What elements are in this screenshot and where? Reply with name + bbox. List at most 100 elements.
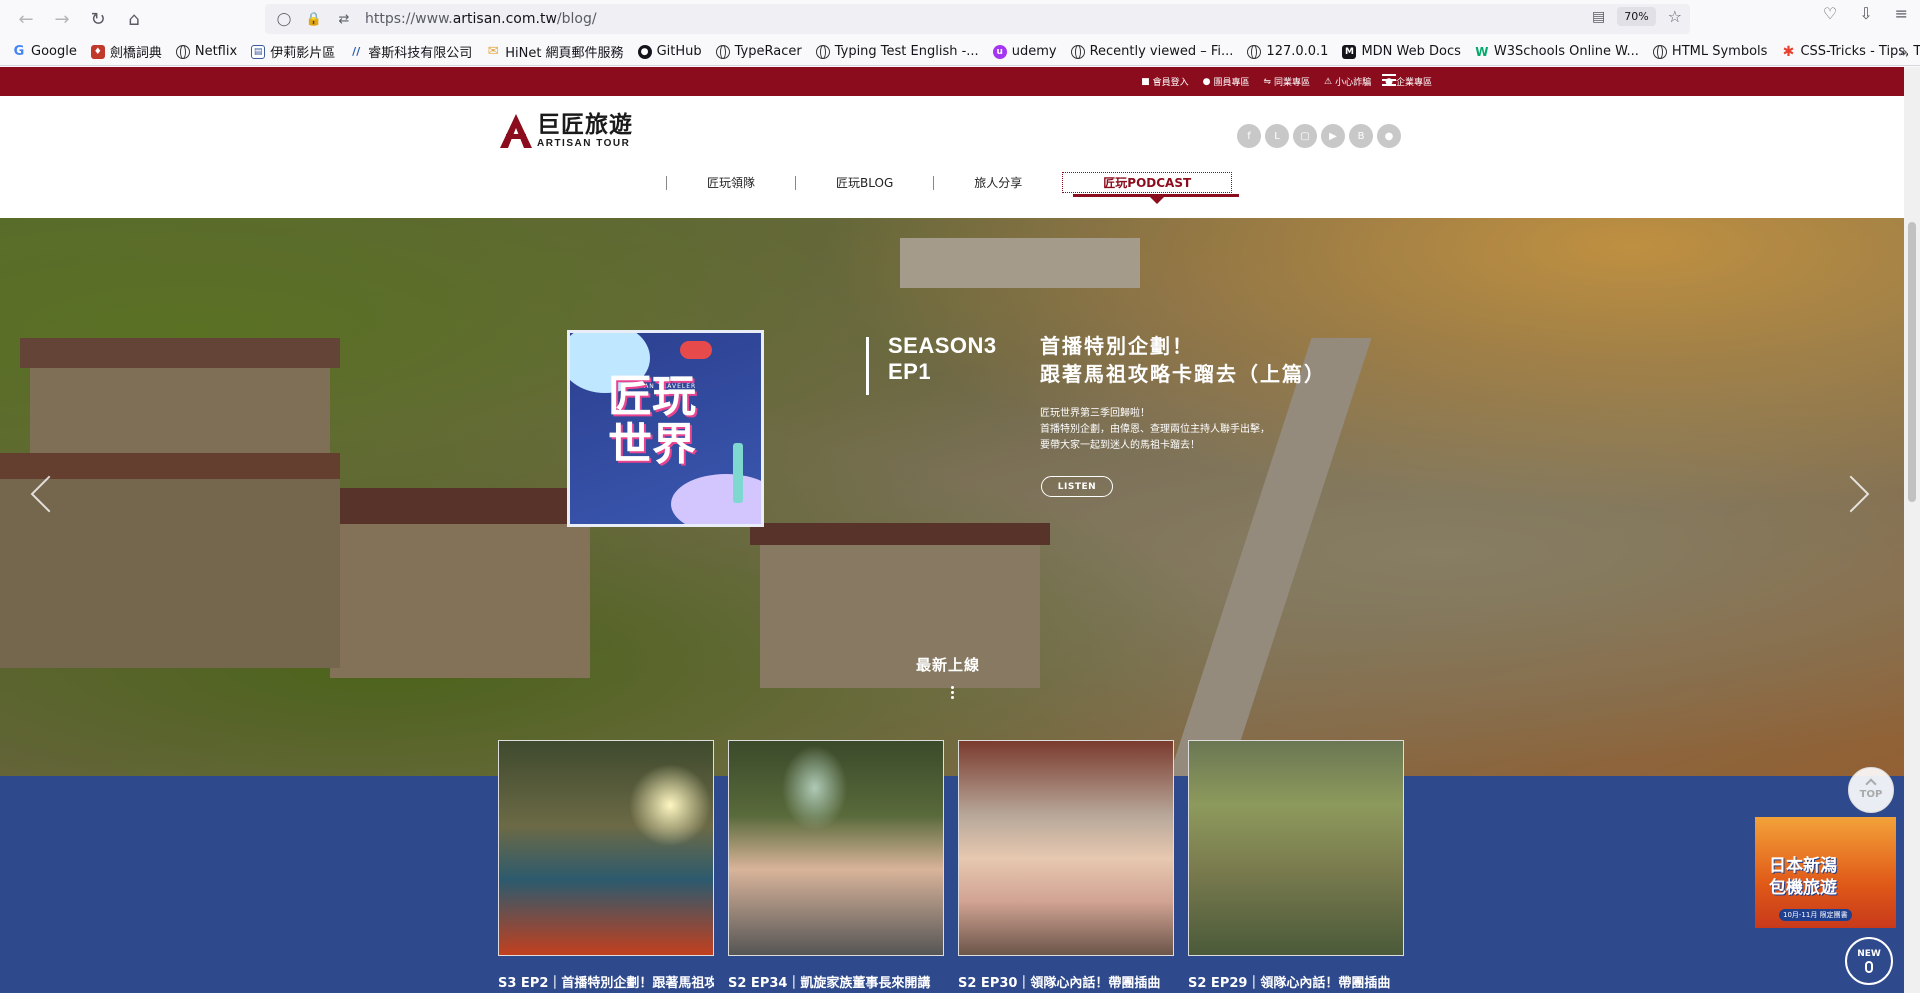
promo-line: 日本新潟: [1769, 856, 1837, 876]
podcast-cover-image[interactable]: ARTISAN TRAVELER 匠玩 世界: [567, 330, 764, 527]
episode-card-image[interactable]: [498, 740, 714, 956]
season-label: SEASON3 EP1: [888, 333, 997, 385]
bookmark-label: Google: [31, 44, 77, 59]
permissions-icon[interactable]: ⇄: [333, 8, 355, 30]
globe-icon: [815, 44, 830, 59]
url-bar[interactable]: ◯ 🔒 ⇄ https://www.artisan.com.tw/blog/ ▤…: [265, 4, 1690, 34]
episode-card[interactable]: S2 EP30｜領隊心內話！帶團插曲: [958, 740, 1174, 991]
google-icon: G: [13, 44, 25, 59]
carousel-prev-arrow[interactable]: [30, 473, 52, 513]
bookmark-company[interactable]: // 睿斯科技有限公司: [349, 42, 472, 61]
episode-title-line1: 首播特別企劃！: [1040, 334, 1194, 358]
site-logo[interactable]: 巨匠旅遊 ARTISAN TOUR: [498, 112, 633, 150]
scrollbar-thumb[interactable]: [1908, 222, 1916, 502]
globe-icon: [715, 44, 730, 59]
menu-icon[interactable]: ≡: [1895, 4, 1908, 23]
page-scrollbar[interactable]: [1904, 67, 1920, 993]
carousel-next-arrow[interactable]: [1844, 473, 1866, 513]
bookmark-github[interactable]: ● GitHub: [637, 44, 702, 59]
member-login-link[interactable]: ■ 會員登入: [1141, 75, 1189, 89]
bookmark-cambridge[interactable]: ♦ 劍橋詞典: [90, 42, 162, 61]
top-label: TOP: [1859, 789, 1883, 800]
zoom-level[interactable]: 70%: [1617, 7, 1656, 26]
episode-card[interactable]: S2 EP34｜凱旋家族董事長來開講: [728, 740, 944, 991]
github-icon: ●: [637, 44, 652, 59]
chevron-right-icon[interactable]: »: [1898, 42, 1908, 61]
bookmark-label: Recently viewed – Fi...: [1089, 44, 1234, 59]
bookmark-typing-test[interactable]: Typing Test English -...: [815, 44, 979, 59]
company-icon: //: [352, 45, 361, 58]
bookmark-hinet[interactable]: ✉ HiNet 網頁郵件服務: [486, 42, 624, 61]
bookmark-eyny[interactable]: ▤ 伊莉影片區: [251, 42, 335, 61]
shield-icon[interactable]: ◯: [273, 8, 295, 30]
home-button[interactable]: ⌂: [116, 4, 152, 34]
lock-icon[interactable]: 🔒: [303, 8, 325, 30]
pocket-icon[interactable]: ♡: [1823, 4, 1837, 23]
facebook-icon[interactable]: f: [1237, 124, 1261, 148]
bookmark-label: 127.0.0.1: [1266, 44, 1329, 59]
episode-card-title[interactable]: S2 EP34｜凱旋家族董事長來開講: [728, 972, 944, 991]
site-header: 巨匠旅遊 ARTISAN TOUR f L ▢ ▶ B ● 匠玩領隊 匠玩BLO…: [0, 96, 1920, 218]
episode-card[interactable]: S2 EP29｜領隊心內話！帶團插曲: [1188, 740, 1404, 991]
blog-icon[interactable]: B: [1349, 124, 1373, 148]
bookmark-label: 劍橋詞典: [109, 46, 162, 61]
bookmark-udemy[interactable]: u udemy: [992, 44, 1057, 59]
agency-area-link[interactable]: ⇋ 同業專區: [1263, 75, 1310, 89]
back-button[interactable]: ←: [8, 4, 44, 34]
downloads-icon[interactable]: ⇩: [1859, 4, 1872, 23]
cambridge-icon: ♦: [90, 44, 105, 59]
eyny-icon: ▤: [251, 44, 266, 59]
episode-card-image[interactable]: [728, 740, 944, 956]
new-podcast-button[interactable]: NEW: [1845, 937, 1893, 985]
nav-item-blog[interactable]: 匠玩BLOG: [796, 174, 933, 191]
scroll-dots-icon: [951, 686, 954, 699]
logo-chinese: 巨匠旅遊: [537, 111, 633, 138]
bookmark-star-icon[interactable]: ☆: [1668, 7, 1682, 26]
bookmark-netflix[interactable]: Netflix: [175, 44, 237, 59]
bookmark-recently-viewed[interactable]: Recently viewed – Fi...: [1070, 44, 1234, 59]
url-text[interactable]: https://www.artisan.com.tw/blog/: [365, 11, 597, 27]
episode-card-image[interactable]: [1188, 740, 1404, 956]
new-label: NEW: [1857, 949, 1881, 959]
bookmark-localhost[interactable]: 127.0.0.1: [1247, 44, 1328, 59]
podcast-icon[interactable]: ●: [1377, 124, 1401, 148]
nav-item-sharing[interactable]: 旅人分享: [934, 174, 1062, 191]
bookmark-google[interactable]: G Google: [12, 44, 77, 59]
bookmark-label: 伊莉影片區: [270, 46, 336, 61]
instagram-icon[interactable]: ▢: [1293, 124, 1317, 148]
back-to-top-button[interactable]: TOP: [1848, 767, 1894, 813]
fraud-warning-link[interactable]: ⚠ 小心詐騙: [1324, 75, 1372, 89]
listen-button[interactable]: LISTEN: [1041, 476, 1113, 497]
member-area-link[interactable]: ● 團員專區: [1203, 75, 1250, 89]
desc-line: 要帶大家一起到迷人的馬祖卡蹓去！: [1040, 440, 1200, 451]
line-icon[interactable]: L: [1265, 124, 1289, 148]
mdn-icon: M: [1342, 44, 1357, 59]
episode-card-title[interactable]: S2 EP30｜領隊心內話！帶團插曲: [958, 972, 1174, 991]
episode-title-line2: 跟著馬祖攻略卡蹓去（上篇）: [1040, 362, 1326, 386]
bookmark-mdn[interactable]: M MDN Web Docs: [1342, 44, 1461, 59]
episode-card[interactable]: S3 EP2｜首播特別企劃！跟著馬祖攻略卡蹓去（下篇）: [498, 740, 714, 991]
reader-view-icon[interactable]: ▤: [1592, 9, 1605, 25]
link-label: 企業專區: [1395, 78, 1432, 88]
globe-icon: [1652, 44, 1667, 59]
episode-card-title[interactable]: S3 EP2｜首播特別企劃！跟著馬祖攻略卡蹓去（下篇）: [498, 972, 714, 991]
episode-card-title[interactable]: S2 EP29｜領隊心內話！帶團插曲: [1188, 972, 1404, 991]
warning-icon: ⚠: [1324, 76, 1333, 87]
bookmark-label: GitHub: [656, 44, 702, 59]
episode-card-image[interactable]: [958, 740, 1174, 956]
bookmark-w3schools[interactable]: W W3Schools Online W...: [1475, 44, 1639, 59]
url-domain: artisan.com.tw: [452, 11, 557, 27]
reload-button[interactable]: ↻: [80, 4, 116, 34]
bookmark-html-symbols[interactable]: HTML Symbols: [1652, 44, 1767, 59]
hamburger-menu-icon[interactable]: [1382, 74, 1396, 86]
episode-description: 匠玩世界第三季回歸啦！ 首播特別企劃，由偉恩、查理兩位主持人聯手出擊， 要帶大家…: [1040, 406, 1270, 454]
youtube-icon[interactable]: ▶: [1321, 124, 1345, 148]
nav-active-caret: [1150, 197, 1164, 204]
forward-button[interactable]: →: [44, 4, 80, 34]
nav-item-podcast[interactable]: 匠玩PODCAST: [1062, 172, 1233, 193]
bookmark-typeracer[interactable]: TypeRacer: [715, 44, 802, 59]
handshake-icon: ⇋: [1263, 76, 1272, 87]
promo-banner[interactable]: 日本新潟 包機旅遊 10月-11月 限定團書: [1755, 817, 1896, 928]
nav-item-leaders[interactable]: 匠玩領隊: [667, 174, 795, 191]
link-label: 小心詐騙: [1335, 78, 1372, 88]
